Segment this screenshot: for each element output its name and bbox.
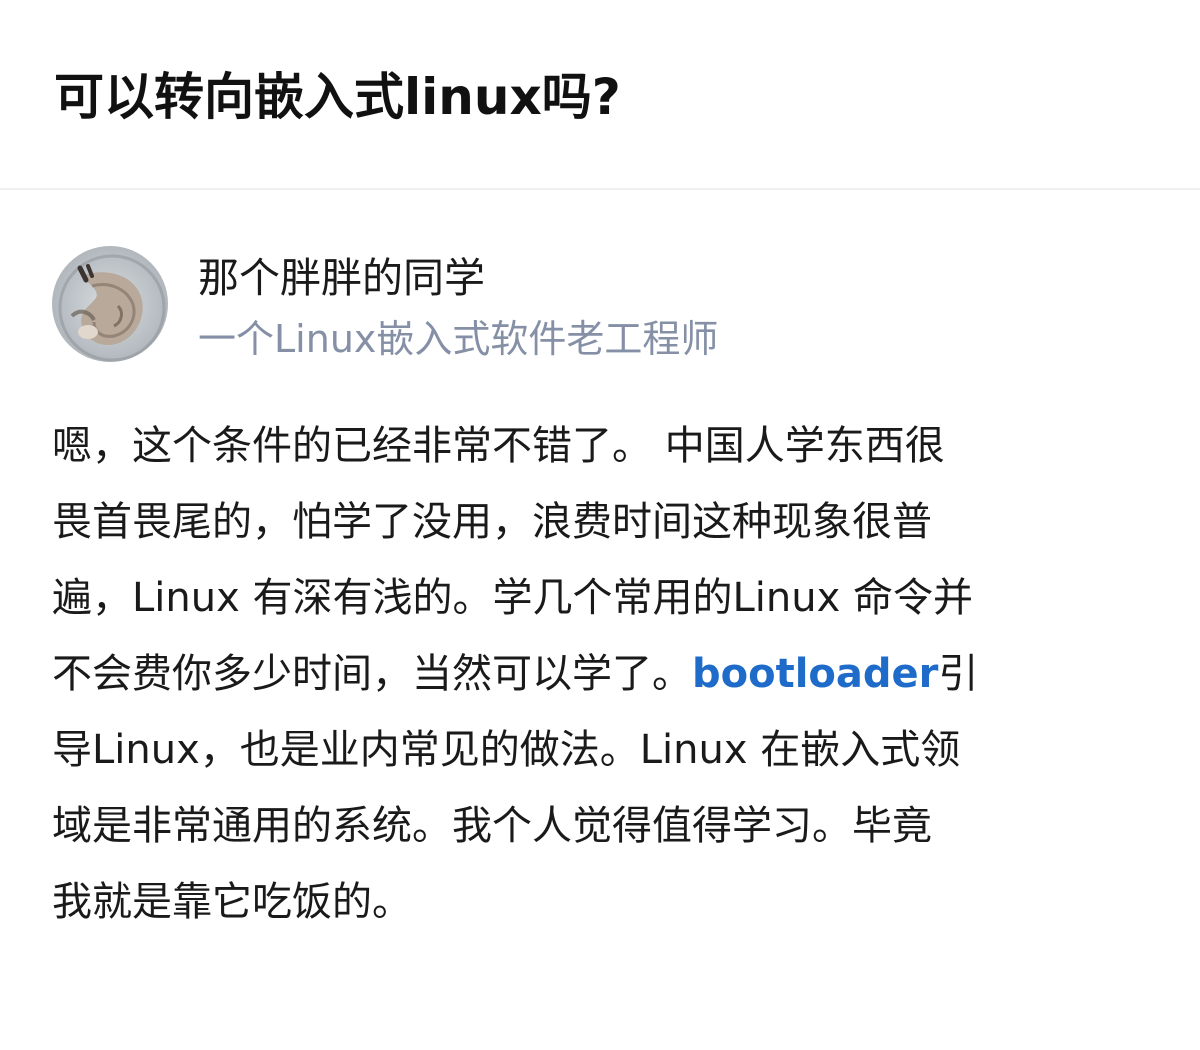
answer-line: 我就是靠它吃饭的。: [52, 879, 412, 925]
answer-card: 那个胖胖的同学 一个Linux嵌入式软件老工程师 嗯，这个条件的已经非常不错了。…: [0, 190, 1200, 1050]
question-title[interactable]: 可以转向嵌入式linux吗?: [54, 62, 621, 132]
answer-line: 遍，Linux 有深有浅的。学几个常用的Linux 命令并: [52, 575, 973, 621]
cat-photo-avatar-icon: [52, 246, 168, 362]
author-info: 那个胖胖的同学 一个Linux嵌入式软件老工程师: [52, 246, 1152, 362]
answer-text: 引: [938, 651, 979, 697]
answer-text: 不会费你多少时间，当然可以学了。: [52, 651, 692, 697]
bootloader-link[interactable]: bootloader: [692, 651, 938, 697]
author-name[interactable]: 那个胖胖的同学: [198, 250, 485, 306]
question-header: 可以转向嵌入式linux吗?: [0, 0, 1200, 190]
answer-line: 导Linux，也是业内常见的做法。Linux 在嵌入式领: [52, 727, 961, 773]
author-headline: 一个Linux嵌入式软件老工程师: [198, 317, 719, 361]
answer-line: 畏首畏尾的，怕学了没用，浪费时间这种现象很普: [52, 499, 932, 545]
answer-line: 嗯，这个条件的已经非常不错了。 中国人学东西很: [52, 423, 945, 469]
author-avatar[interactable]: [52, 246, 168, 362]
answer-line: 不会费你多少时间，当然可以学了。bootloader引: [52, 636, 1132, 712]
answer-content: 嗯，这个条件的已经非常不错了。 中国人学东西很 畏首畏尾的，怕学了没用，浪费时间…: [52, 408, 1132, 940]
answer-line: 域是非常通用的系统。我个人觉得值得学习。毕竟: [52, 803, 932, 849]
